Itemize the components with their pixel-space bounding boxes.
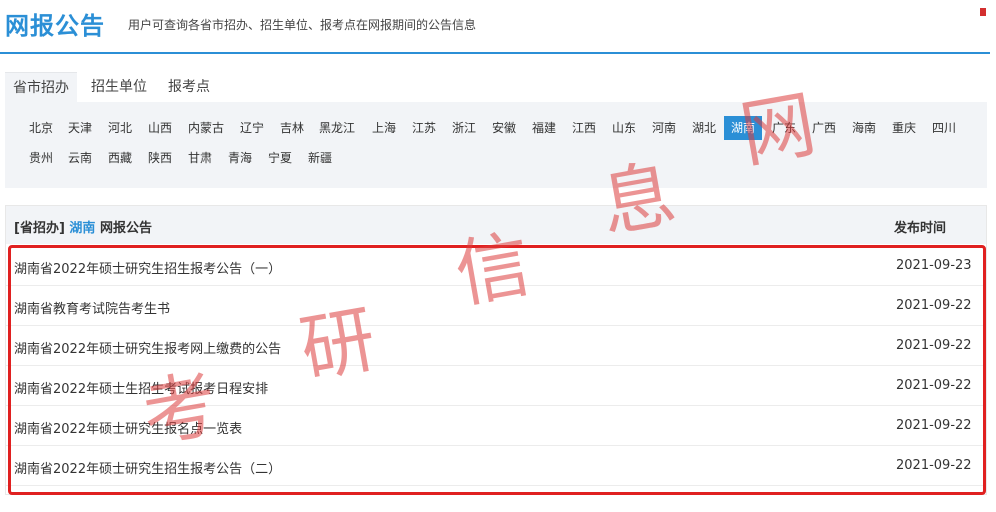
province-item[interactable]: 甘肃 (184, 146, 216, 170)
table-row[interactable]: 湖南省2022年硕士研究生招生报考公告（二） 2021-09-22 (6, 446, 986, 486)
table-row[interactable]: 湖南省2022年硕士生招生考试报考日程安排 2021-09-22 (6, 366, 986, 406)
province-item[interactable]: 四川 (928, 116, 960, 140)
province-item[interactable]: 海南 (848, 116, 880, 140)
announcement-table: [省招办] 湖南 网报公告 发布时间 湖南省2022年硕士研究生招生报考公告（一… (5, 205, 987, 495)
publish-date: 2021-09-22 (896, 378, 972, 393)
province-item[interactable]: 江苏 (408, 116, 440, 140)
header-divider (0, 52, 990, 54)
province-item[interactable]: 宁夏 (264, 146, 296, 170)
province-item[interactable]: 浙江 (448, 116, 480, 140)
heading-prefix: [省招办] (14, 221, 65, 236)
announcement-link[interactable]: 湖南省2022年硕士生招生考试报考日程安排 (14, 378, 268, 397)
publish-date: 2021-09-22 (896, 418, 972, 433)
province-item[interactable]: 湖北 (688, 116, 720, 140)
province-item[interactable]: 江西 (568, 116, 600, 140)
table-heading: [省招办] 湖南 网报公告 (14, 217, 152, 236)
table-row[interactable]: 湖南省2022年硕士研究生招生报考公告（一） 2021-09-23 (6, 246, 986, 286)
province-panel: 北京 天津 河北 山西 内蒙古 辽宁 吉林 黑龙江 上海 江苏 浙江 安徽 福建… (5, 102, 987, 188)
page-subtitle: 用户可查询各省市招办、招生单位、报考点在网报期间的公告信息 (128, 18, 477, 32)
announcement-link[interactable]: 湖南省2022年硕士研究生招生报考公告（一） (14, 258, 281, 277)
page-title: 网报公告 (5, 12, 105, 40)
page-header: 网报公告 用户可查询各省市招办、招生单位、报考点在网报期间的公告信息 (0, 0, 996, 54)
table-header: [省招办] 湖南 网报公告 发布时间 (6, 206, 986, 244)
province-item[interactable]: 贵州 (25, 146, 57, 170)
province-item[interactable]: 河北 (104, 116, 136, 140)
tab-exam-site[interactable]: 报考点 (161, 72, 217, 102)
province-item-selected[interactable]: 湖南 (724, 116, 762, 140)
province-item[interactable]: 上海 (368, 116, 400, 140)
tab-admission-unit[interactable]: 招生单位 (83, 72, 155, 102)
publish-date: 2021-09-22 (896, 298, 972, 313)
province-item[interactable]: 内蒙古 (184, 116, 228, 140)
province-item[interactable]: 广西 (808, 116, 840, 140)
table-row[interactable]: 湖南省教育考试院告考生书 2021-09-22 (6, 286, 986, 326)
announcement-link[interactable]: 湖南省2022年硕士研究生报考网上缴费的公告 (14, 338, 281, 357)
table-row[interactable]: 湖南省2022年硕士研究生报名点一览表 2021-09-22 (6, 406, 986, 446)
province-item[interactable]: 广东 (768, 116, 800, 140)
tab-provincial-office[interactable]: 省市招办 (5, 72, 77, 102)
publish-date: 2021-09-22 (896, 338, 972, 353)
table-row[interactable]: 湖南省2022年硕士研究生报考网上缴费的公告 2021-09-22 (6, 326, 986, 366)
publish-date: 2021-09-22 (896, 458, 972, 473)
province-item[interactable]: 北京 (25, 116, 57, 140)
heading-province[interactable]: 湖南 (69, 221, 95, 236)
province-item[interactable]: 辽宁 (236, 116, 268, 140)
province-item[interactable]: 青海 (224, 146, 256, 170)
province-item[interactable]: 黑龙江 (315, 116, 359, 140)
province-item[interactable]: 福建 (528, 116, 560, 140)
publish-date: 2021-09-23 (896, 258, 972, 273)
province-item[interactable]: 西藏 (104, 146, 136, 170)
province-item[interactable]: 天津 (64, 116, 96, 140)
province-item[interactable]: 新疆 (304, 146, 336, 170)
corner-mark (980, 8, 986, 16)
province-item[interactable]: 重庆 (888, 116, 920, 140)
province-item[interactable]: 云南 (64, 146, 96, 170)
province-item[interactable]: 吉林 (276, 116, 308, 140)
province-item[interactable]: 河南 (648, 116, 680, 140)
announcement-link[interactable]: 湖南省2022年硕士研究生报名点一览表 (14, 418, 242, 437)
announcement-link[interactable]: 湖南省2022年硕士研究生招生报考公告（二） (14, 458, 281, 477)
announcement-link[interactable]: 湖南省教育考试院告考生书 (14, 298, 170, 317)
province-item[interactable]: 陕西 (144, 146, 176, 170)
province-item[interactable]: 山东 (608, 116, 640, 140)
province-item[interactable]: 安徽 (488, 116, 520, 140)
category-tabs: 省市招办 招生单位 报考点 (5, 72, 987, 102)
date-column-header: 发布时间 (894, 221, 947, 236)
heading-suffix: 网报公告 (99, 221, 152, 236)
province-item[interactable]: 山西 (144, 116, 176, 140)
